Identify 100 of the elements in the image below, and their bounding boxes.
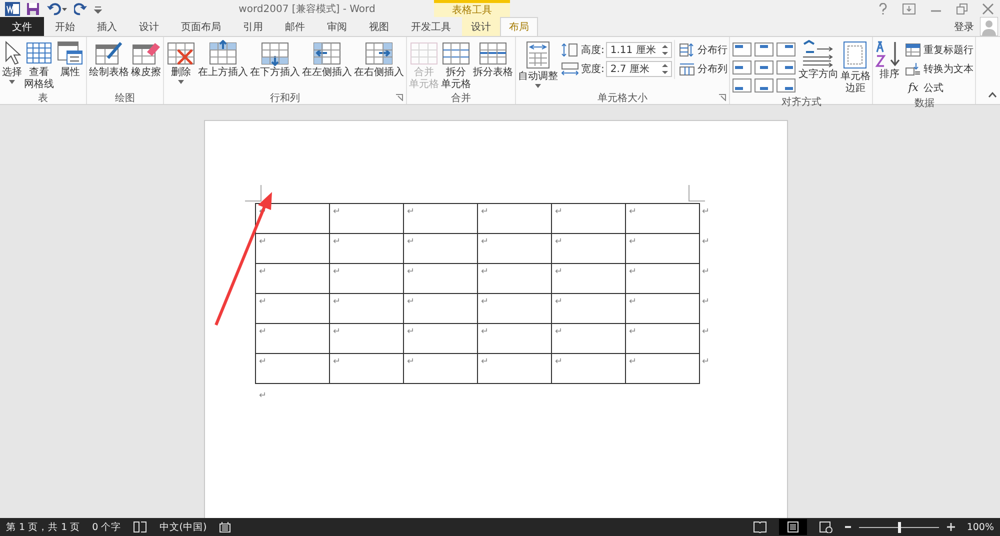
field-label: 宽度: [581, 62, 604, 76]
ribbon-button[interactable]: 排序 [874, 40, 904, 81]
ribbon-button[interactable]: 分布列 [678, 60, 728, 77]
web-layout-icon[interactable] [818, 521, 833, 533]
autofit-icon [525, 40, 551, 70]
help-icon[interactable] [878, 2, 888, 14]
collapse-ribbon-icon[interactable] [988, 92, 997, 98]
close-icon[interactable] [982, 2, 994, 14]
ribbon-button[interactable]: 在右侧插入 [353, 40, 405, 79]
ribbon-button[interactable]: 查看 网格线 [23, 40, 55, 91]
language-status[interactable]: 中文(中国) [159, 520, 207, 534]
align-icon[interactable] [754, 60, 774, 75]
word-logo-icon[interactable] [5, 2, 20, 16]
paragraph-mark: ↵ [555, 357, 563, 367]
eraser-icon [131, 40, 161, 66]
ribbon-button[interactable]: 文字方向 [797, 40, 840, 81]
sign-in-link[interactable]: 登录 [954, 20, 974, 34]
redo-icon[interactable] [74, 2, 88, 16]
ribbon-button[interactable]: 属性 [55, 40, 85, 79]
ribbon-tab[interactable]: 页面布局 [170, 17, 232, 36]
spin-field[interactable]: 2.7 厘米 [606, 61, 672, 77]
align-icon[interactable] [732, 60, 752, 75]
window-title: word2007 [兼容模式] - Word [238, 2, 376, 16]
word-count[interactable]: 0 个字 [92, 520, 122, 534]
distribute-rows-icon [679, 42, 696, 56]
ribbon-button[interactable]: 在下方插入 [249, 40, 301, 79]
zoom-level[interactable]: 100% [966, 522, 994, 532]
ribbon-tab[interactable]: 设计 [128, 17, 170, 36]
ribbon-tab[interactable]: 审阅 [316, 17, 358, 36]
ribbon-button[interactable]: 橡皮擦 [130, 40, 162, 79]
ribbon-button[interactable]: 删除 [165, 40, 197, 84]
group-label: 对齐方式 [781, 96, 822, 108]
paragraph-mark: ↵ [259, 297, 267, 307]
spin-arrows-icon[interactable] [662, 63, 668, 75]
caret-icon [9, 80, 15, 84]
ribbon-button[interactable]: 选择 [1, 40, 23, 84]
ribbon-tab[interactable]: 布局 [500, 17, 538, 36]
ribbon-button[interactable]: 分布行 [678, 41, 728, 58]
text-direction-icon [801, 40, 836, 68]
paragraph-mark: ↵ [629, 297, 637, 307]
draw-table-icon [94, 40, 124, 66]
caret-icon [535, 84, 541, 88]
spin-field[interactable]: 1.11 厘米 [606, 42, 672, 58]
table-icon [441, 40, 471, 66]
paragraph-mark: ↵ [555, 237, 563, 247]
group-label: 数据 [914, 97, 934, 109]
paragraph-mark: ↵ [333, 297, 341, 307]
dialog-launcher-icon[interactable] [719, 94, 726, 101]
ribbon-tab[interactable]: 设计 [462, 17, 500, 36]
ribbon-button[interactable]: 转换为文本 [904, 60, 974, 77]
undo-icon[interactable] [46, 2, 68, 16]
table-icon [478, 40, 508, 66]
row-end-mark: ↵ [702, 356, 710, 366]
zoom-in-icon[interactable] [946, 523, 955, 531]
ribbon-button[interactable]: 自动调整 [517, 40, 559, 88]
spin-arrows-icon[interactable] [662, 44, 668, 56]
ribbon-button[interactable]: 绘制表格 [88, 40, 130, 79]
paragraph-mark: ↵ [259, 390, 268, 402]
row-end-mark: ↵ [702, 326, 710, 336]
paragraph-mark: ↵ [629, 237, 637, 247]
paragraph-mark: ↵ [407, 357, 415, 367]
paragraph-mark: ↵ [259, 267, 267, 277]
dialog-launcher-icon[interactable] [396, 94, 403, 101]
restore-icon[interactable] [956, 2, 968, 14]
ribbon-tab[interactable]: 视图 [358, 17, 400, 36]
save-icon[interactable] [26, 2, 40, 16]
paragraph-mark: ↵ [259, 327, 267, 337]
ribbon-button[interactable]: 重复标题行 [904, 41, 974, 58]
context-tab-group-label: 表格工具 [434, 0, 510, 17]
ribbon-tab[interactable]: 邮件 [274, 17, 316, 36]
ribbon-button[interactable]: 在上方插入 [197, 40, 249, 79]
ribbon-button[interactable]: 单元格 边距 [839, 40, 872, 95]
align-icon[interactable] [732, 78, 752, 93]
macro-icon[interactable] [218, 521, 231, 533]
ribbon-button[interactable]: fx 公式 [904, 79, 974, 96]
paragraph-mark: ↵ [555, 267, 563, 277]
ribbon-tab[interactable]: 开始 [44, 17, 86, 36]
page-count[interactable]: 第 1 页，共 1 页 [6, 520, 80, 534]
align-icon[interactable] [732, 42, 752, 57]
paragraph-mark: ↵ [629, 267, 637, 277]
column-width-icon [561, 62, 579, 76]
ribbon-tab[interactable]: 插入 [86, 17, 128, 36]
ribbon-button[interactable]: 拆分表格 [472, 40, 514, 79]
file-tab[interactable]: 文件 [0, 17, 44, 36]
proofing-icon[interactable] [133, 521, 148, 533]
read-mode-icon[interactable] [752, 521, 767, 533]
customize-caret-icon[interactable] [94, 4, 102, 14]
align-icon[interactable] [776, 60, 796, 75]
align-icon[interactable] [776, 78, 796, 93]
ribbon-button[interactable]: 拆分 单元格 [440, 40, 472, 91]
ribbon-button[interactable]: 在左侧插入 [301, 40, 353, 79]
paragraph-mark: ↵ [259, 237, 267, 247]
align-icon[interactable] [754, 78, 774, 93]
print-layout-icon[interactable] [786, 521, 799, 533]
ribbon-display-icon[interactable] [902, 2, 916, 14]
align-icon[interactable] [754, 42, 774, 57]
ribbon-tab[interactable]: 引用 [232, 17, 274, 36]
paragraph-mark: ↵ [407, 297, 415, 307]
ribbon-tab[interactable]: 开发工具 [400, 17, 462, 36]
align-icon[interactable] [776, 42, 796, 57]
